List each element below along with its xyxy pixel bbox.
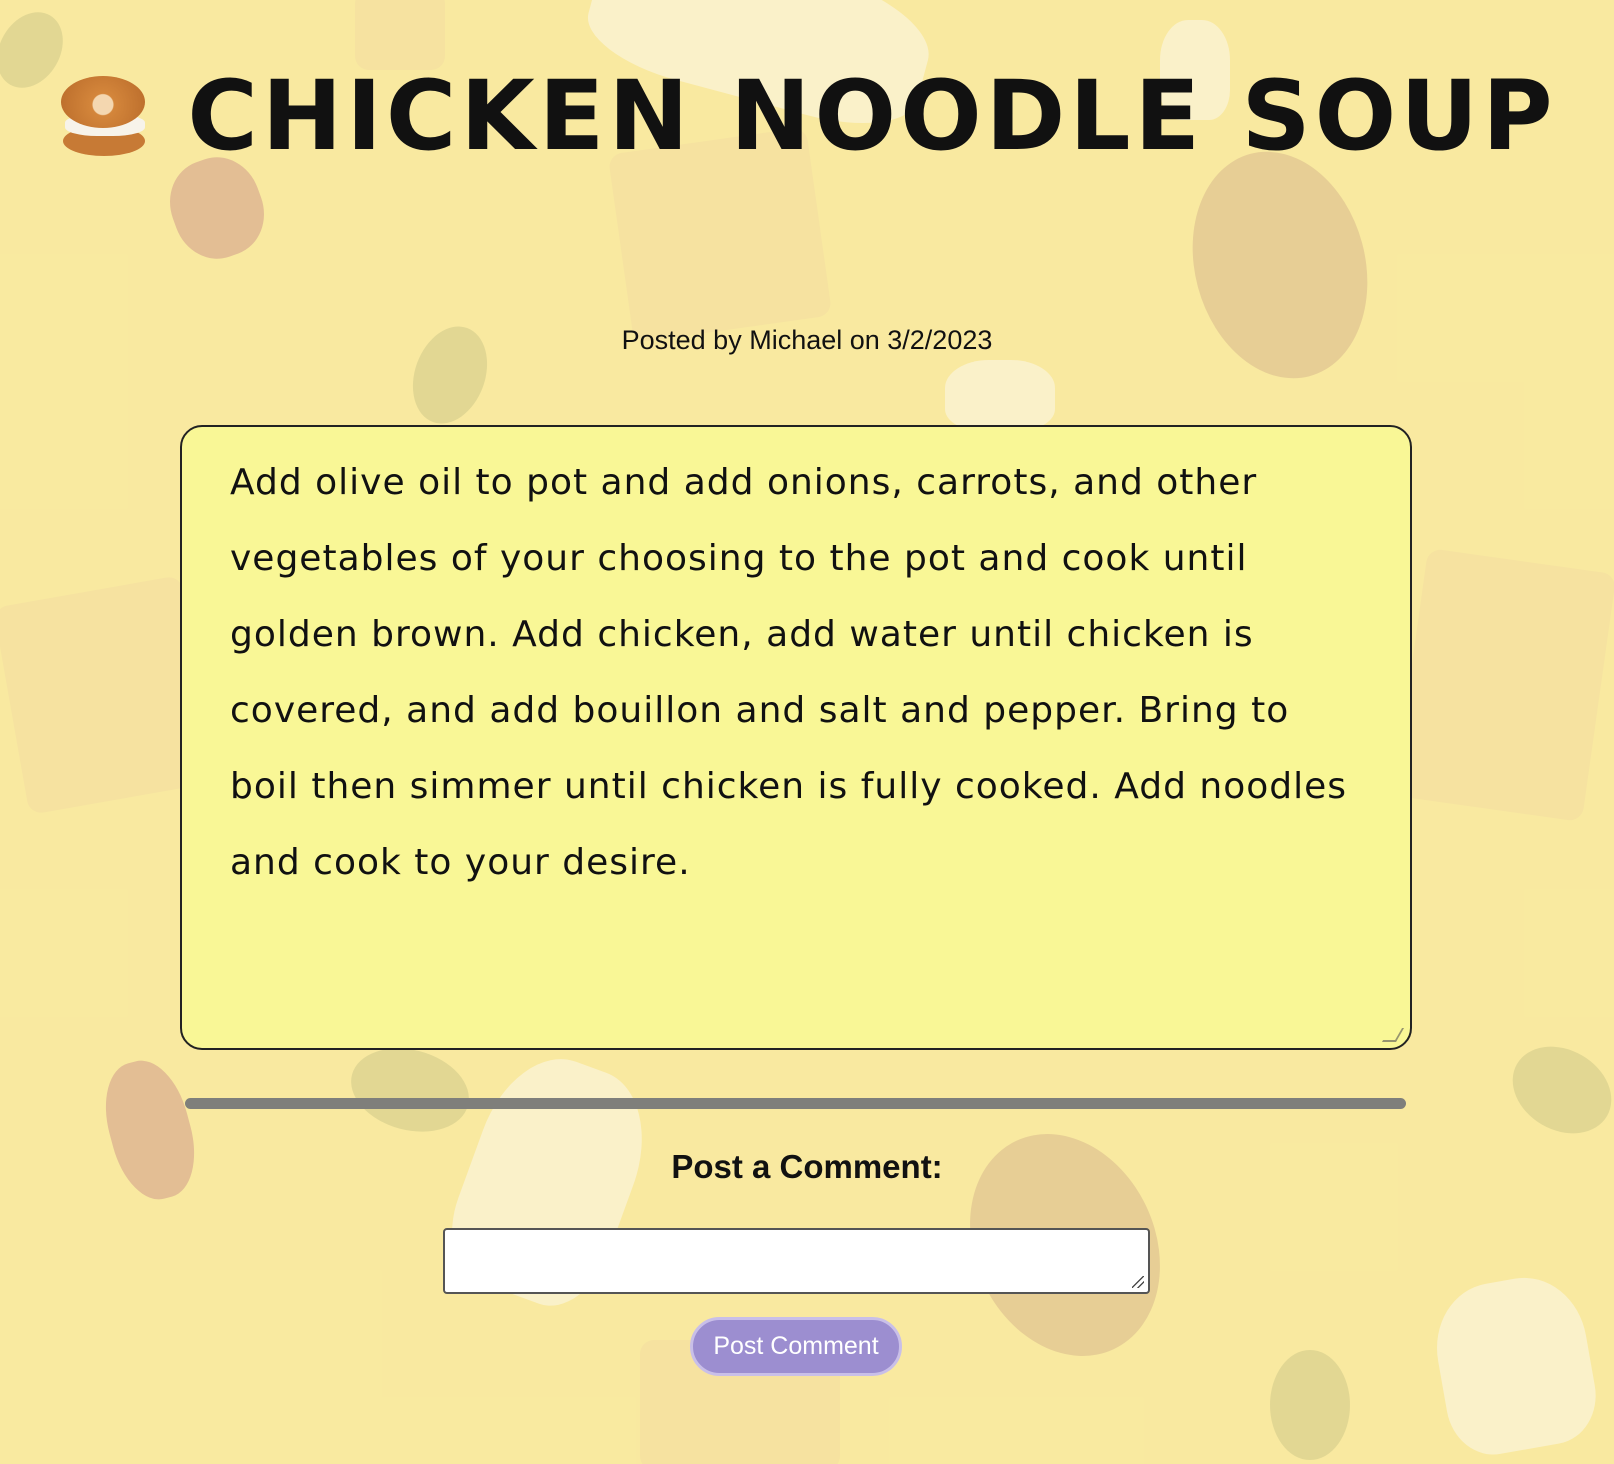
resize-handle-icon[interactable]	[1381, 1028, 1405, 1042]
comment-label: Post a Comment:	[671, 1148, 943, 1185]
page-title-text: CHICKEN NOODLE SOUP	[187, 60, 1557, 172]
recipe-page: CHICKEN NOODLE SOUP Posted by Michael on…	[0, 0, 1614, 1464]
recipe-body: Add olive oil to pot and add onions, car…	[230, 462, 1348, 883]
bagel-icon	[57, 76, 147, 156]
section-divider	[185, 1098, 1406, 1109]
recipe-text-box[interactable]: Add olive oil to pot and add onions, car…	[180, 425, 1412, 1050]
resize-grip-icon[interactable]	[1132, 1276, 1144, 1288]
page-title: CHICKEN NOODLE SOUP	[0, 60, 1614, 172]
comment-input[interactable]	[443, 1228, 1150, 1294]
post-comment-button[interactable]: Post Comment	[690, 1317, 902, 1376]
post-meta: Posted by Michael on 3/2/2023	[621, 325, 993, 355]
